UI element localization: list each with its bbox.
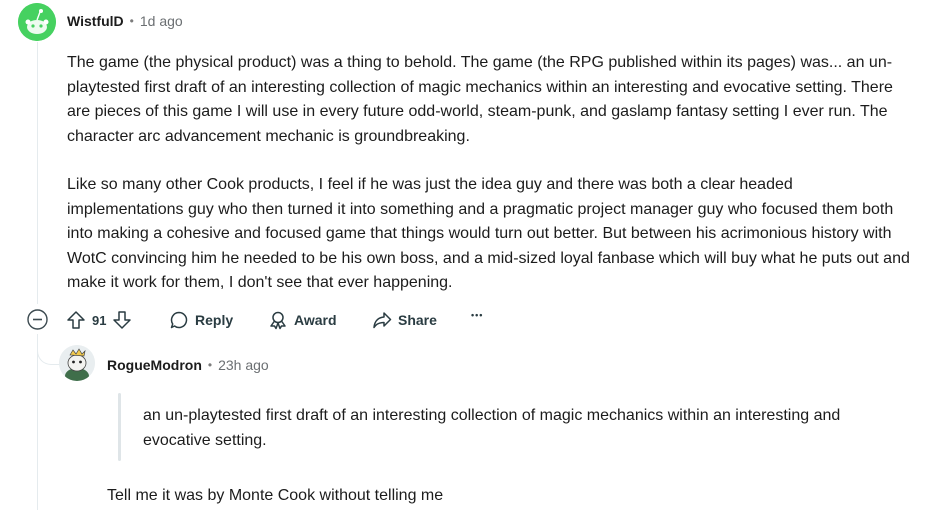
- vote-count: 91: [92, 312, 107, 328]
- character-avatar-icon: [59, 345, 95, 381]
- avatar[interactable]: [59, 345, 95, 381]
- username[interactable]: WistfulD: [67, 13, 124, 29]
- comment-bubble-icon: [169, 310, 189, 330]
- comment-text: Tell me it was by Monte Cook without tel…: [107, 487, 444, 504]
- reply-label: Reply: [195, 312, 234, 328]
- award-label: Award: [294, 312, 337, 328]
- reply-button[interactable]: Reply: [169, 310, 233, 330]
- username[interactable]: RogueModron: [107, 357, 202, 373]
- share-button[interactable]: Share: [372, 310, 437, 330]
- downvote-icon[interactable]: [112, 310, 132, 330]
- separator: •: [129, 14, 134, 28]
- blockquote: an un-playtested first draft of an inter…: [143, 407, 841, 449]
- minus-circle-icon: [27, 309, 48, 330]
- thread-line[interactable]: [37, 42, 38, 304]
- comment-paragraph: Like so many other Cook products, I feel…: [67, 176, 910, 291]
- separator: •: [207, 358, 213, 372]
- avatar[interactable]: [18, 3, 56, 41]
- upvote-icon[interactable]: [66, 310, 86, 330]
- more-options-icon: •••: [471, 310, 484, 320]
- thread-line[interactable]: [37, 334, 38, 510]
- timestamp[interactable]: 1d ago: [140, 13, 183, 29]
- thread-connector: [37, 334, 60, 365]
- blockquote-bar: [118, 393, 121, 461]
- more-options-button[interactable]: •••: [471, 310, 483, 320]
- share-icon: [372, 310, 392, 330]
- timestamp[interactable]: 23h ago: [218, 357, 269, 373]
- snoo-avatar-icon: [18, 3, 56, 41]
- comment-paragraph: The game (the physical product) was a th…: [67, 54, 893, 145]
- share-label: Share: [398, 312, 437, 328]
- award-icon: [268, 310, 288, 330]
- collapse-button[interactable]: [27, 309, 48, 330]
- award-button[interactable]: Award: [268, 310, 337, 330]
